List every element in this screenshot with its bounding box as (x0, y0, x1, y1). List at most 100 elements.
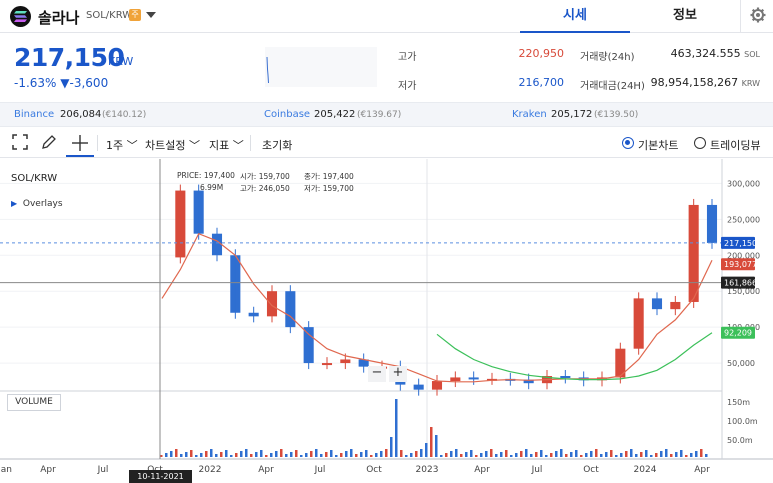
volume-tick-label: 150m (727, 398, 750, 407)
volume-bar (370, 455, 373, 457)
volume-bar (355, 454, 358, 457)
crosshair-date-flag: 10-11-2021 (129, 470, 192, 483)
tab-quote[interactable]: 시세 (520, 0, 630, 33)
price-chart[interactable]: 300,000250,000200,000150,000100,00050,00… (0, 159, 773, 483)
price-tick-label: 50,000 (727, 359, 755, 368)
crosshair-price-marker-label: 161,866 (724, 279, 757, 288)
volume-bar (245, 449, 248, 457)
coin-selector-dropdown[interactable] (146, 12, 156, 18)
volume-bar (315, 449, 318, 457)
volume-bar (175, 449, 178, 457)
settings-gear-icon[interactable] (750, 7, 766, 23)
triangle-right-icon: ▶ (11, 199, 18, 208)
volume-bar (445, 453, 448, 457)
volume-bar (265, 455, 268, 457)
volume-bar (495, 454, 498, 457)
x-tick-label: Jan (0, 465, 12, 475)
exchange-coinbase-eur: (€139.67) (357, 110, 402, 120)
crosshair-icon[interactable] (71, 134, 89, 152)
turnover-value: 98,954,158,267 KRW (650, 76, 760, 89)
volume-bar (235, 453, 238, 457)
chart-canvas[interactable]: 300,000250,000200,000150,000100,00050,00… (0, 159, 773, 483)
solana-logo-icon (10, 6, 31, 27)
volume-bar (630, 449, 633, 457)
x-tick-label: Apr (258, 465, 274, 475)
active-tool-underline (66, 155, 94, 157)
volume-bar (500, 452, 503, 457)
x-tick-label: Oct (366, 465, 382, 475)
volume-bar (700, 449, 703, 457)
period-dropdown[interactable]: 1주 ﹀ (106, 137, 138, 153)
change-amount: -3,600 (69, 76, 109, 90)
volume-bar (620, 453, 623, 457)
header-divider (740, 0, 741, 33)
x-tick-label: Jul (97, 465, 109, 475)
volume-bar (465, 452, 468, 457)
exchange-kraken-eur: (€139.50) (594, 110, 639, 120)
volume-bar (555, 451, 558, 457)
tradingview-label[interactable]: 트레이딩뷰 (710, 137, 761, 153)
volume-bar (380, 451, 383, 457)
volume-bar (610, 450, 613, 457)
volume-bar (600, 454, 603, 457)
volume-bar (545, 455, 548, 457)
turnover-label: 거래대금(24H) (580, 81, 645, 92)
volume-bar (515, 453, 518, 457)
tradingview-radio[interactable] (694, 137, 706, 149)
current-price-marker-label: 217,150 (724, 239, 757, 248)
volume-bar (605, 452, 608, 457)
exchange-kraken-name[interactable]: Kraken (512, 109, 547, 120)
volume-pane-label[interactable]: VOLUME (7, 394, 61, 411)
volume-bar (520, 451, 523, 457)
volume-bar (335, 455, 338, 457)
volume-bar (690, 453, 693, 457)
volume-bar (670, 454, 673, 457)
mini-sparkline (265, 47, 377, 87)
volume-bar (195, 455, 198, 457)
volume-bar (475, 455, 478, 457)
volume-bar (325, 452, 328, 457)
ohlc-open: 시가: 159,700 (240, 172, 290, 181)
volume-bar (590, 451, 593, 457)
fullscreen-icon[interactable] (12, 134, 28, 150)
chart-pair-label: SOL/KRW (11, 173, 58, 184)
volume-bar (680, 450, 683, 457)
volume-label: 거래량(24h) (580, 52, 635, 63)
x-tick-label: Apr (40, 465, 56, 475)
volume-bar (205, 451, 208, 457)
exchange-binance-name[interactable]: Binance (14, 109, 54, 120)
reset-button[interactable]: 초기화 (262, 137, 292, 153)
indicators-dropdown[interactable]: 지표 ﹀ (209, 137, 244, 153)
zoom-in-button[interactable]: + (389, 366, 407, 382)
volume-bar (395, 399, 398, 457)
chart-settings-dropdown[interactable]: 차트설정 ﹀ (145, 137, 200, 153)
volume-bar (260, 450, 263, 457)
volume-bar (250, 454, 253, 457)
x-tick-label: 2022 (199, 465, 222, 475)
basic-chart-label[interactable]: 기본차트 (638, 137, 678, 153)
volume-bar (665, 449, 668, 457)
volume-bar (340, 453, 343, 457)
volume-bar (660, 451, 663, 457)
zoom-out-button[interactable]: − (368, 366, 386, 382)
ohlc-volume: 6.99M (200, 183, 224, 192)
exchange-binance-price: 206,084 (60, 109, 102, 120)
price-currency: KRW (108, 55, 134, 68)
volume-bar (330, 450, 333, 457)
chevron-down-icon: ﹀ (188, 139, 200, 152)
chevron-down-icon: ﹀ (126, 139, 138, 152)
volume-bar (165, 453, 168, 457)
volume-bar (275, 451, 278, 457)
ma-long-line (436, 332, 713, 381)
exchange-coinbase-name[interactable]: Coinbase (264, 109, 310, 120)
tab-info[interactable]: 정보 (630, 0, 740, 33)
pencil-draw-icon[interactable] (41, 134, 57, 150)
top-header: 솔라나 SOL/KRW 주 시세 정보 (0, 0, 773, 33)
ma-short-line (161, 232, 713, 383)
volume-bar (565, 454, 568, 457)
basic-chart-radio[interactable] (622, 137, 634, 149)
overlays-toggle[interactable]: ▶ Overlays (11, 199, 63, 209)
volume-bar (220, 452, 223, 457)
volume-bar (480, 453, 483, 457)
volume-bar (180, 454, 183, 457)
